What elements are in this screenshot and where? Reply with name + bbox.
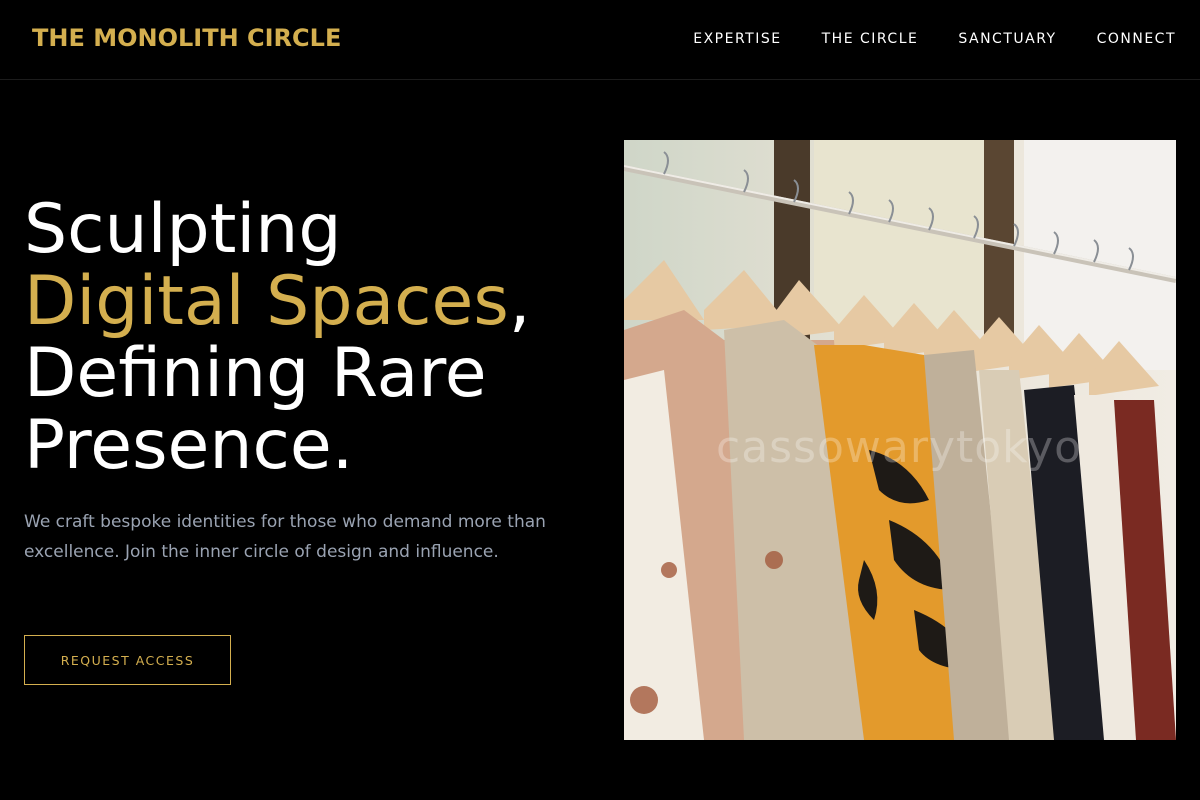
hero-headline: Sculpting Digital Spaces, Defining Rare … xyxy=(24,194,604,482)
hero-description: We craft bespoke identities for those wh… xyxy=(24,512,546,562)
nav-link-sanctuary[interactable]: SANCTUARY xyxy=(958,31,1056,47)
headline-highlight: Digital Spaces xyxy=(24,262,509,341)
nav-link-connect[interactable]: CONNECT xyxy=(1097,31,1176,47)
nav-link-expertise[interactable]: EXPERTISE xyxy=(693,31,781,47)
site-header: THE MONOLITH CIRCLE EXPERTISE THE CIRCLE… xyxy=(0,0,1200,80)
headline-comma: , xyxy=(508,262,531,341)
hero-image: cassowarytokyo xyxy=(624,140,1176,740)
nav-link-the-circle[interactable]: THE CIRCLE xyxy=(822,31,919,47)
request-access-button[interactable]: REQUEST ACCESS xyxy=(24,635,231,685)
headline-line-4: Presence. xyxy=(24,406,354,485)
brand-logo[interactable]: THE MONOLITH CIRCLE xyxy=(32,24,341,52)
headline-line-3: Defining Rare xyxy=(24,334,487,413)
headline-line-2: Digital Spaces, xyxy=(24,266,604,338)
main-nav: EXPERTISE THE CIRCLE SANCTUARY CONNECT xyxy=(693,31,1176,47)
headline-line-1: Sculpting xyxy=(24,190,342,269)
image-watermark: cassowarytokyo xyxy=(716,422,1083,473)
